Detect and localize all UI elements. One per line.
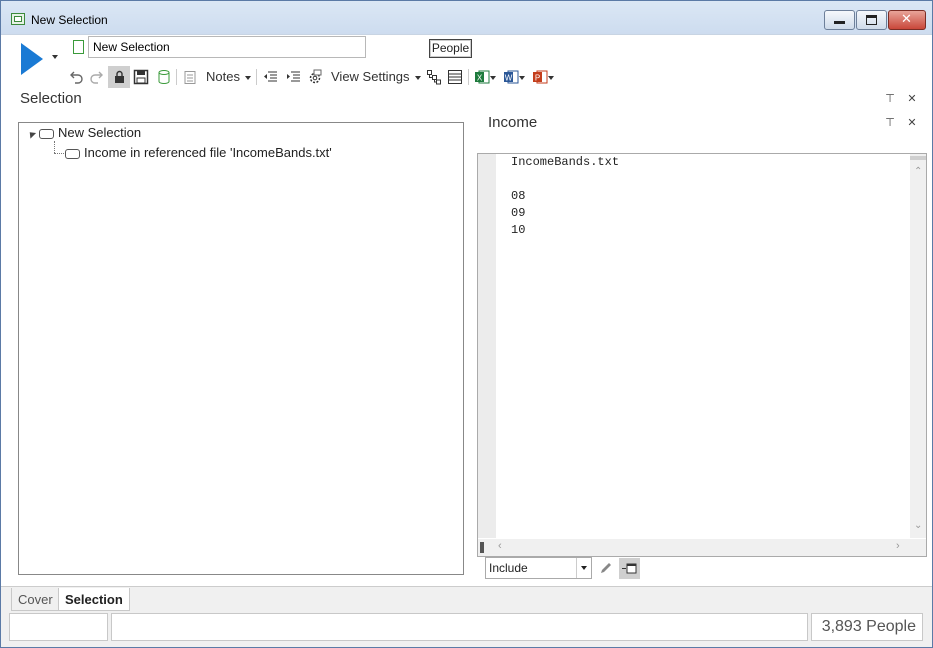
powerpoint-icon[interactable]: P bbox=[532, 69, 548, 85]
notes-label: Notes bbox=[206, 69, 240, 84]
tree-structure-icon[interactable] bbox=[426, 69, 442, 85]
chevron-down-icon[interactable] bbox=[490, 76, 496, 80]
split-view-button[interactable] bbox=[619, 558, 640, 579]
table-icon[interactable] bbox=[447, 69, 463, 85]
redo-icon[interactable] bbox=[89, 69, 105, 85]
editor-line: 08 bbox=[511, 189, 526, 203]
income-values-editor[interactable]: IncomeBands.txt 08 09 10 ⌃ ⌄ ‹ › bbox=[477, 153, 927, 557]
excel-icon[interactable]: X bbox=[474, 69, 490, 85]
svg-text:P: P bbox=[535, 74, 540, 83]
indent-icon[interactable] bbox=[285, 69, 301, 85]
chevron-down-icon bbox=[414, 75, 421, 80]
pencil-icon[interactable] bbox=[599, 561, 613, 575]
expand-icon[interactable] bbox=[26, 128, 37, 139]
gear-icon[interactable] bbox=[307, 69, 323, 85]
selection-name-input[interactable] bbox=[88, 36, 366, 58]
vertical-scrollbar[interactable]: ⌃ ⌄ bbox=[910, 154, 926, 538]
selection-node-icon bbox=[39, 128, 54, 139]
play-icon[interactable] bbox=[21, 43, 43, 75]
include-mode-select[interactable]: Include bbox=[485, 557, 592, 579]
income-panel-title: Income bbox=[488, 114, 538, 131]
chevron-left-icon[interactable]: ‹ bbox=[498, 540, 502, 552]
include-mode-value: Include bbox=[489, 561, 528, 575]
tree-node-label: Income in referenced file 'IncomeBands.t… bbox=[84, 145, 332, 160]
maximize-button[interactable] bbox=[856, 10, 887, 30]
view-settings-menu[interactable]: View Settings bbox=[331, 67, 421, 87]
tab-selection[interactable]: Selection bbox=[58, 588, 130, 611]
tree-node-income[interactable]: Income in referenced file 'IncomeBands.t… bbox=[65, 145, 332, 160]
toolbar-separator bbox=[256, 69, 257, 85]
tab-cover[interactable]: Cover bbox=[11, 588, 60, 611]
status-cell bbox=[111, 613, 808, 641]
close-window-button[interactable] bbox=[888, 10, 926, 30]
selection-tree[interactable]: New Selection Income in referenced file … bbox=[18, 122, 464, 575]
tree-connector bbox=[54, 153, 64, 154]
selection-panel-title: Selection bbox=[20, 90, 82, 107]
pin-icon[interactable]: ⊤ bbox=[880, 114, 900, 132]
chevron-down-icon bbox=[244, 75, 251, 80]
toolbar-separator bbox=[468, 69, 469, 85]
close-icon[interactable]: ✕ bbox=[902, 90, 922, 108]
scroll-thumb[interactable] bbox=[480, 542, 484, 553]
tree-node-label: New Selection bbox=[58, 125, 142, 140]
chevron-up-icon[interactable]: ⌃ bbox=[914, 166, 922, 177]
split-view-icon bbox=[622, 563, 637, 574]
chevron-down-icon[interactable] bbox=[548, 76, 554, 80]
scroll-thumb[interactable] bbox=[910, 156, 926, 160]
title-bar: New Selection bbox=[1, 1, 932, 35]
editor-gutter bbox=[478, 154, 496, 538]
app-window: New Selection People Notes bbox=[0, 0, 933, 648]
window-title: New Selection bbox=[31, 13, 108, 27]
horizontal-scrollbar[interactable]: ‹ › bbox=[478, 539, 926, 556]
save-icon[interactable] bbox=[133, 69, 149, 85]
people-count: 3,893 People bbox=[821, 618, 916, 635]
minimize-button[interactable] bbox=[824, 10, 855, 30]
status-bar: 3,893 People bbox=[1, 612, 932, 647]
status-cell bbox=[9, 613, 108, 641]
word-icon[interactable]: W bbox=[503, 69, 519, 85]
status-cell: 3,893 People bbox=[811, 613, 923, 641]
chevron-right-icon[interactable]: › bbox=[896, 540, 900, 552]
chevron-down-icon[interactable]: ⌄ bbox=[914, 520, 922, 531]
database-icon[interactable] bbox=[156, 69, 172, 85]
lock-icon bbox=[115, 70, 124, 83]
close-icon[interactable]: ✕ bbox=[902, 114, 922, 132]
editor-line: IncomeBands.txt bbox=[511, 155, 620, 169]
editor-line: 10 bbox=[511, 223, 526, 237]
selection-window-icon bbox=[11, 13, 25, 25]
svg-text:X: X bbox=[477, 74, 483, 83]
clipboard-icon[interactable] bbox=[182, 69, 198, 85]
document-icon bbox=[73, 40, 84, 54]
toolbar-separator bbox=[176, 69, 177, 85]
tree-connector bbox=[54, 141, 55, 153]
undo-icon[interactable] bbox=[68, 69, 84, 85]
notes-menu[interactable]: Notes bbox=[206, 67, 251, 87]
pin-icon[interactable]: ⊤ bbox=[880, 90, 900, 108]
chevron-down-icon[interactable] bbox=[576, 558, 591, 578]
people-label[interactable]: People bbox=[429, 39, 472, 58]
document-tabs: Cover Selection bbox=[1, 586, 932, 613]
svg-text:W: W bbox=[505, 74, 513, 83]
view-settings-label: View Settings bbox=[331, 69, 410, 84]
run-dropdown-icon[interactable] bbox=[52, 55, 58, 59]
outdent-icon[interactable] bbox=[262, 69, 278, 85]
editor-line: 09 bbox=[511, 206, 526, 220]
lock-button[interactable] bbox=[108, 66, 130, 88]
criteria-node-icon bbox=[65, 148, 80, 159]
tree-node-root[interactable]: New Selection bbox=[26, 125, 142, 140]
chevron-down-icon[interactable] bbox=[519, 76, 525, 80]
